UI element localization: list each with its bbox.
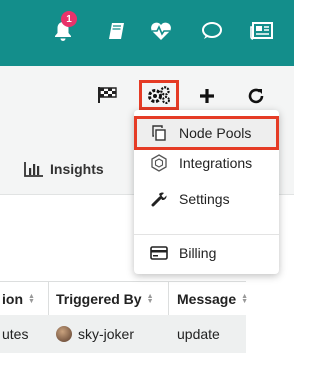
column-header-message[interactable]: Message ▲ ▼ <box>177 282 248 316</box>
menu-item-integrations[interactable]: Integrations <box>134 146 279 180</box>
menu-item-node-pools[interactable]: Node Pools <box>134 116 279 150</box>
news-button[interactable] <box>249 18 275 44</box>
copy-icon <box>149 125 169 141</box>
credit-card-icon <box>149 246 169 260</box>
sort-icon: ▲ ▼ <box>146 293 154 305</box>
wrench-icon <box>149 191 169 207</box>
chat-button[interactable] <box>199 18 225 44</box>
cell-triggered-by: sky-joker <box>56 315 134 353</box>
refresh-icon <box>248 88 264 104</box>
notification-badge: 1 <box>61 11 77 27</box>
health-button[interactable] <box>148 18 174 44</box>
cell-duration: utes <box>2 326 29 342</box>
avatar <box>56 326 72 342</box>
settings-gears-button[interactable] <box>139 80 179 110</box>
table-header: ion ▲ ▼ Triggered By ▲ ▼ Message ▲ ▼ <box>0 281 248 317</box>
book-icon <box>109 23 124 39</box>
flag-icon <box>98 87 117 103</box>
column-divider <box>48 282 49 316</box>
cell-message: update <box>177 326 220 342</box>
menu-item-settings[interactable]: Settings <box>134 182 279 216</box>
docs-button[interactable] <box>104 18 130 44</box>
menu-divider <box>134 234 279 235</box>
sort-icon: ▲ ▼ <box>241 293 249 305</box>
bar-chart-icon <box>24 162 43 177</box>
plus-icon <box>200 89 214 103</box>
settings-dropdown-menu: Node Pools Integrations Settings Billing <box>134 110 279 274</box>
column-header-triggered-by[interactable]: Triggered By ▲ ▼ <box>56 282 154 316</box>
menu-item-billing[interactable]: Billing <box>134 236 279 270</box>
tab-insights-label: Insights <box>50 161 104 177</box>
flag-button[interactable] <box>96 84 120 106</box>
table-row[interactable]: utes sky-joker update <box>0 315 246 353</box>
user-name: sky-joker <box>78 326 135 342</box>
column-header-duration[interactable]: ion ▲ ▼ <box>2 282 35 316</box>
chat-icon <box>202 22 222 39</box>
newspaper-icon <box>250 22 273 40</box>
add-button[interactable] <box>196 85 218 107</box>
hexagon-icon <box>149 154 169 172</box>
refresh-button[interactable] <box>245 85 267 107</box>
sort-icon: ▲ ▼ <box>28 293 35 305</box>
gears-icon <box>148 86 170 104</box>
column-divider <box>168 282 169 316</box>
heartbeat-icon <box>151 22 171 40</box>
top-navbar: 1 <box>0 0 294 66</box>
tab-insights[interactable]: Insights <box>24 158 104 180</box>
